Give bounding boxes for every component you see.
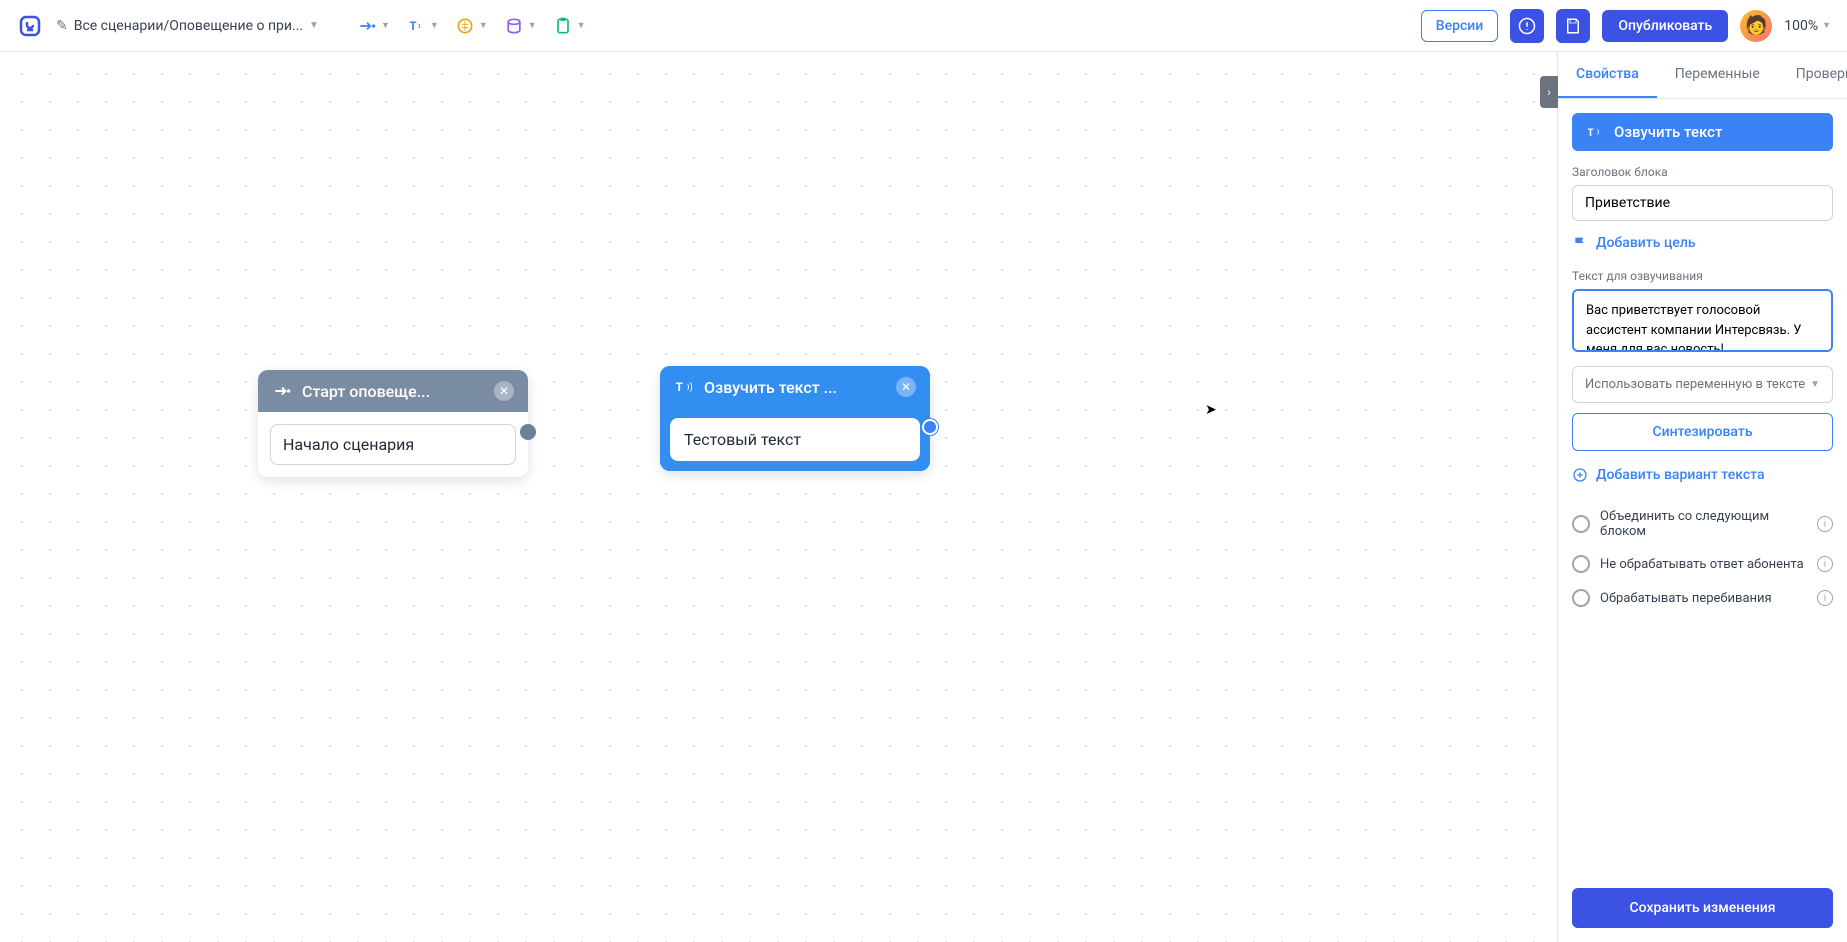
- chevron-down-icon: ▼: [430, 20, 439, 31]
- cursor-icon: ➤: [1205, 402, 1217, 418]
- pencil-icon: ✎: [56, 18, 68, 34]
- chevron-down-icon: ▼: [577, 20, 586, 31]
- svg-text:T: T: [409, 19, 416, 33]
- option-interrupt[interactable]: Обрабатывать перебивания i: [1572, 581, 1833, 615]
- tab-properties[interactable]: Свойства: [1558, 52, 1657, 98]
- option-no-process[interactable]: Не обрабатывать ответ абонента i: [1572, 547, 1833, 581]
- chevron-down-icon: ▼: [1810, 379, 1820, 390]
- breadcrumb[interactable]: ✎ Все сценарии/Оповещение о при... ▼: [56, 18, 319, 34]
- plus-circle-icon: [1572, 467, 1588, 483]
- output-port[interactable]: [922, 419, 938, 435]
- flow-canvas[interactable]: Старт оповеще... ✕ T Озвучить текст ... …: [0, 52, 1557, 942]
- tab-variables[interactable]: Переменные: [1657, 52, 1778, 98]
- save-changes-button[interactable]: Сохранить изменения: [1572, 888, 1833, 928]
- app-logo[interactable]: [16, 12, 44, 40]
- option-label: Не обрабатывать ответ абонента: [1600, 557, 1807, 572]
- chevron-down-icon: ▼: [309, 20, 319, 31]
- radio-icon: [1572, 555, 1590, 573]
- title-field-label: Заголовок блока: [1572, 165, 1833, 179]
- svg-text:T: T: [676, 380, 683, 394]
- panel-tabs: Свойства Переменные Проверка: [1558, 52, 1847, 99]
- output-port[interactable]: [520, 424, 536, 440]
- panel-footer: Сохранить изменения: [1558, 874, 1847, 942]
- collapse-panel-button[interactable]: ›: [1540, 76, 1558, 108]
- flag-icon: [1572, 235, 1588, 251]
- toolbar-brain[interactable]: ▼: [449, 12, 494, 40]
- toolbar-database[interactable]: ▼: [498, 12, 543, 40]
- zoom-control[interactable]: 100% ▼: [1784, 18, 1831, 34]
- option-label: Обрабатывать перебивания: [1600, 591, 1807, 606]
- info-icon[interactable]: i: [1817, 516, 1833, 532]
- breadcrumb-text: Все сценарии/Оповещение о при...: [74, 18, 303, 34]
- add-goal-link[interactable]: Добавить цель: [1572, 235, 1833, 251]
- publish-button[interactable]: Опубликовать: [1602, 10, 1728, 42]
- synthesize-button[interactable]: Синтезировать: [1572, 413, 1833, 451]
- close-icon[interactable]: ✕: [896, 377, 916, 397]
- tts-textarea[interactable]: [1572, 289, 1833, 352]
- node-text-input[interactable]: [270, 424, 516, 465]
- save-icon-button[interactable]: [1556, 9, 1590, 43]
- option-label: Объединить со следующим блоком: [1600, 509, 1807, 539]
- node-title: Старт оповеще...: [302, 382, 430, 401]
- radio-icon: [1572, 515, 1590, 533]
- node-header[interactable]: Старт оповеще... ✕: [258, 370, 528, 412]
- app-header: ✎ Все сценарии/Оповещение о при... ▼ ▼ T…: [0, 0, 1847, 52]
- node-start[interactable]: Старт оповеще... ✕: [258, 370, 528, 477]
- tts-icon: T: [1586, 123, 1604, 141]
- block-type-label: Озвучить текст: [1614, 123, 1722, 141]
- arrow-right-icon: [272, 381, 292, 401]
- node-title: Озвучить текст ...: [704, 378, 837, 397]
- add-variant-label: Добавить вариант текста: [1596, 467, 1765, 483]
- add-goal-label: Добавить цель: [1596, 235, 1696, 251]
- toolbar-arrow[interactable]: ▼: [351, 12, 396, 40]
- chevron-down-icon: ▼: [1822, 20, 1831, 31]
- radio-icon: [1572, 589, 1590, 607]
- svg-text:T: T: [1588, 128, 1594, 139]
- tts-field-label: Текст для озвучивания: [1572, 269, 1833, 283]
- toolbar: ▼ T ▼ ▼ ▼ ▼: [351, 12, 592, 40]
- option-merge[interactable]: Объединить со следующим блоком i: [1572, 501, 1833, 547]
- zoom-value: 100%: [1784, 18, 1818, 34]
- info-icon[interactable]: i: [1817, 556, 1833, 572]
- chevron-down-icon: ▼: [528, 20, 537, 31]
- tab-check[interactable]: Проверка: [1778, 52, 1847, 98]
- block-title-input[interactable]: [1572, 185, 1833, 221]
- node-voice-text[interactable]: T Озвучить текст ... ✕: [660, 366, 930, 471]
- add-variant-link[interactable]: Добавить вариант текста: [1572, 467, 1833, 483]
- info-button[interactable]: [1510, 9, 1544, 43]
- node-text-input[interactable]: [670, 418, 920, 461]
- node-header[interactable]: T Озвучить текст ... ✕: [660, 366, 930, 408]
- node-body: [660, 408, 930, 471]
- toolbar-clipboard[interactable]: ▼: [547, 12, 592, 40]
- node-body: [258, 412, 528, 477]
- tts-icon: T: [674, 377, 694, 397]
- toolbar-text[interactable]: T ▼: [400, 12, 445, 40]
- avatar[interactable]: 🧑: [1740, 10, 1772, 42]
- select-placeholder: Использовать переменную в тексте: [1585, 377, 1805, 392]
- save-icon: [1564, 17, 1582, 35]
- use-variable-select[interactable]: Использовать переменную в тексте ▼: [1572, 366, 1833, 403]
- close-icon[interactable]: ✕: [494, 381, 514, 401]
- panel-content: T Озвучить текст Заголовок блока Добавит…: [1558, 99, 1847, 874]
- properties-panel: › Свойства Переменные Проверка T Озвучит…: [1557, 52, 1847, 942]
- chevron-down-icon: ▼: [381, 20, 390, 31]
- versions-button[interactable]: Версии: [1421, 10, 1499, 42]
- block-type-header: T Озвучить текст: [1572, 113, 1833, 151]
- alert-icon: [1518, 17, 1536, 35]
- info-icon[interactable]: i: [1817, 590, 1833, 606]
- chevron-down-icon: ▼: [479, 20, 488, 31]
